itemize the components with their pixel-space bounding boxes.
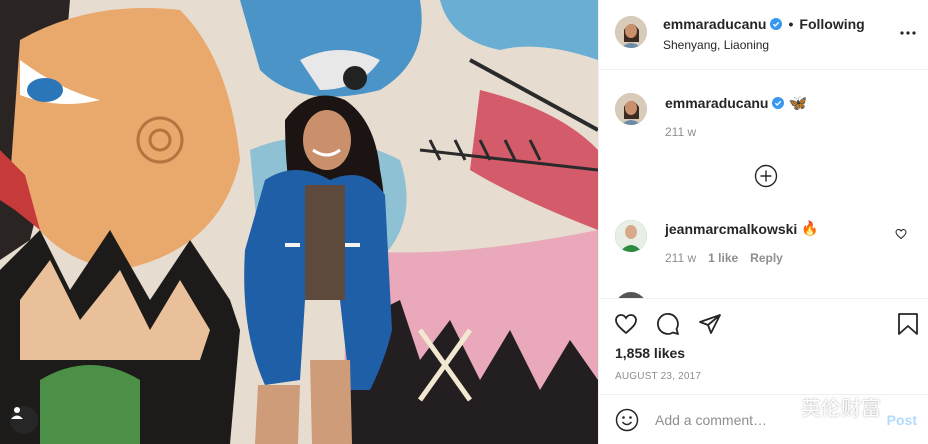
speech-bubble-icon xyxy=(657,313,679,335)
comment-like-heart-icon[interactable] xyxy=(895,228,907,240)
comment-button[interactable] xyxy=(655,311,681,337)
following-button[interactable]: Following xyxy=(799,16,864,32)
post-date[interactable]: AUGUST 23, 2017 xyxy=(615,371,701,382)
username-link[interactable]: emmaraducanu xyxy=(663,16,766,32)
watermark-text: 英伦财富 xyxy=(801,398,881,420)
caption-avatar[interactable] xyxy=(615,93,647,125)
post-button[interactable]: Post xyxy=(887,412,917,428)
bookmark-icon xyxy=(898,313,918,335)
profile-photo-icon xyxy=(615,16,647,48)
likes-count[interactable]: 1,858 likes xyxy=(615,345,685,361)
caption-timestamp[interactable]: 211 w xyxy=(665,125,696,139)
comments-list[interactable]: emmaraducanu 🦋 211 w jeanmarcmalkowski 🔥 xyxy=(599,71,928,299)
tagged-users-button[interactable] xyxy=(10,406,38,434)
post-header: emmaraducanu • Following Shenyang, Liaon… xyxy=(599,0,928,70)
separator-dot: • xyxy=(788,16,794,32)
more-options-button[interactable] xyxy=(897,22,919,44)
post-details-panel: emmaraducanu • Following Shenyang, Liaon… xyxy=(598,0,928,444)
post-author: emmaraducanu • Following xyxy=(663,16,865,32)
comment-meta: 211 w 1 like Reply xyxy=(665,251,783,265)
more-options-icon xyxy=(900,31,916,35)
caption: emmaraducanu 🦋 xyxy=(665,94,807,112)
comment-likes[interactable]: 1 like xyxy=(708,251,738,265)
comment-username[interactable]: jeanmarcmalkowski xyxy=(665,221,797,237)
comment-text: 🔥 xyxy=(801,220,819,236)
post-actions: 1,858 likes AUGUST 23, 2017 xyxy=(599,298,928,382)
caption-username[interactable]: emmaraducanu xyxy=(665,95,768,111)
action-icons xyxy=(613,311,723,337)
like-button[interactable] xyxy=(613,311,639,337)
comment-avatar[interactable] xyxy=(615,220,647,252)
graffiti-photo-illustration xyxy=(0,0,598,444)
profile-photo-icon xyxy=(615,93,647,125)
reply-button[interactable]: Reply xyxy=(750,251,783,265)
location-link[interactable]: Shenyang, Liaoning xyxy=(663,38,769,52)
load-more-comments-icon[interactable] xyxy=(754,164,778,188)
caption-text: 🦋 xyxy=(788,95,808,112)
avatar[interactable] xyxy=(615,16,647,48)
user-icon xyxy=(11,407,23,419)
comment-timestamp[interactable]: 211 w xyxy=(665,251,696,265)
comment: jeanmarcmalkowski 🔥 xyxy=(665,220,819,237)
emoji-icon[interactable] xyxy=(615,408,639,432)
heart-icon xyxy=(615,314,637,335)
save-button[interactable] xyxy=(895,311,921,337)
post-photo[interactable] xyxy=(0,0,598,444)
watermark: 英伦财富 xyxy=(765,392,881,421)
verified-badge-icon xyxy=(772,97,785,109)
profile-photo-icon xyxy=(615,220,647,252)
paper-plane-icon xyxy=(699,314,721,334)
share-button[interactable] xyxy=(697,311,723,337)
verified-badge-icon xyxy=(770,18,783,30)
wechat-logo-icon xyxy=(765,395,794,417)
